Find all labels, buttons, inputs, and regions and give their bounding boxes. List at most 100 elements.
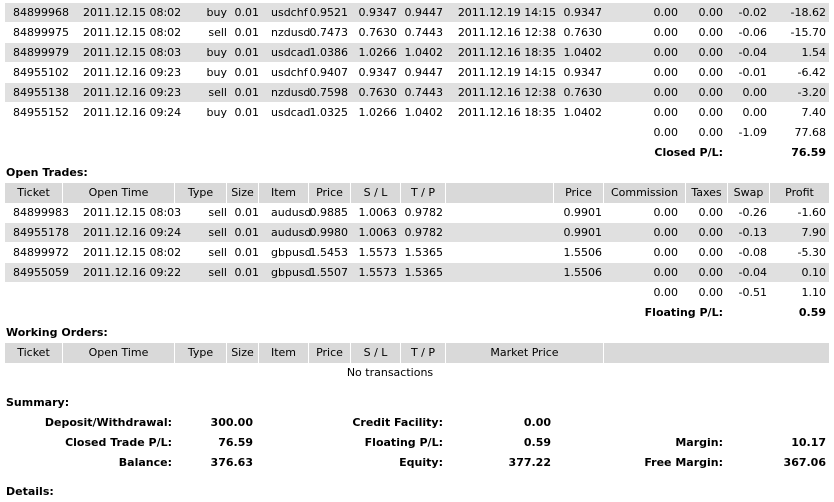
closed-tp: 0.9447 xyxy=(404,66,444,79)
open-type: sell xyxy=(208,246,227,259)
closed-trade-pl-label: Closed Trade P/L: xyxy=(65,436,172,449)
closed-total-commission: 0.00 xyxy=(653,126,679,139)
closed-taxes: 0.00 xyxy=(698,106,724,119)
floating-pl-row: Floating P/L: 0.59 xyxy=(5,303,829,323)
open-taxes: 0.00 xyxy=(698,206,724,219)
open-swap: -0.04 xyxy=(738,266,767,279)
open-taxes: 0.00 xyxy=(698,246,724,259)
closed-commission: 0.00 xyxy=(653,26,679,39)
closed-sl: 0.7630 xyxy=(358,86,398,99)
col-blank xyxy=(446,183,554,203)
closed-commission: 0.00 xyxy=(653,6,679,19)
closed-ticket: 84955152 xyxy=(13,106,69,119)
open-tp: 1.5365 xyxy=(404,266,444,279)
summary-floating-pl-label: Floating P/L: xyxy=(364,436,443,449)
closed-price: 0.9407 xyxy=(309,66,349,79)
closed-close-price: 1.0402 xyxy=(563,46,603,59)
open-profit: 0.10 xyxy=(801,266,827,279)
open-open-time: 2011.12.15 08:03 xyxy=(83,206,182,219)
closed-pl-label: Closed P/L: xyxy=(654,146,723,159)
open-profit: -1.60 xyxy=(797,206,826,219)
col-price2: Price xyxy=(554,183,604,203)
open-item: gbpusd xyxy=(271,266,312,279)
working-orders-header: Ticket Open Time Type Size Item Price S … xyxy=(5,343,829,363)
credit-value: 0.00 xyxy=(523,416,551,429)
closed-row: 84955152 2011.12.16 09:24 buy 0.01 usdcad 1.0… xyxy=(5,103,829,122)
closed-ticket: 84955102 xyxy=(13,66,69,79)
closed-item: nzdusd xyxy=(271,86,311,99)
open-profit: -5.30 xyxy=(797,246,826,259)
wcol-market-price: Market Price xyxy=(446,343,604,363)
open-commission: 0.00 xyxy=(653,206,679,219)
details-title: Details: xyxy=(6,485,54,498)
wcol-ticket: Ticket xyxy=(5,343,63,363)
col-tp: T / P xyxy=(401,183,446,203)
closed-taxes: 0.00 xyxy=(698,86,724,99)
open-total-swap: -0.51 xyxy=(738,286,767,299)
closed-pl-row: Closed P/L: 76.59 xyxy=(5,143,829,163)
closed-size: 0.01 xyxy=(234,6,260,19)
closed-size: 0.01 xyxy=(234,86,260,99)
closed-sl: 0.7630 xyxy=(358,26,398,39)
open-taxes: 0.00 xyxy=(698,226,724,239)
col-sl: S / L xyxy=(351,183,401,203)
open-item: gbpusd xyxy=(271,246,312,259)
closed-sl: 1.0266 xyxy=(358,106,398,119)
open-sl: 1.0063 xyxy=(358,206,398,219)
closed-close-price: 0.9347 xyxy=(563,66,603,79)
open-cur-price: 0.9901 xyxy=(563,206,603,219)
open-sl: 1.0063 xyxy=(358,226,398,239)
closed-row: 84955102 2011.12.16 09:23 buy 0.01 usdchf 0.9… xyxy=(5,63,829,82)
open-total-profit: 1.10 xyxy=(801,286,827,299)
open-price: 0.9980 xyxy=(309,226,349,239)
open-row: 84955178 2011.12.16 09:24 sell 0.01 audusd 0.… xyxy=(5,223,829,242)
open-type: sell xyxy=(208,206,227,219)
closed-close-time: 2011.12.16 18:35 xyxy=(457,46,556,59)
closed-profit: -18.62 xyxy=(790,6,826,19)
closed-row: 84955138 2011.12.16 09:23 sell 0.01 nzdusd 0.… xyxy=(5,83,829,102)
col-size: Size xyxy=(227,183,259,203)
closed-close-price: 0.7630 xyxy=(563,26,603,39)
open-item: audusd xyxy=(271,226,312,239)
closed-ticket: 84899979 xyxy=(13,46,69,59)
open-profit: 7.90 xyxy=(801,226,827,239)
closed-row: 84899968 2011.12.15 08:02 buy 0.01 usdchf 0.9… xyxy=(5,3,829,22)
closed-close-time: 2011.12.16 18:35 xyxy=(457,106,556,119)
closed-price: 0.7598 xyxy=(309,86,349,99)
closed-sl: 0.9347 xyxy=(358,6,398,19)
closed-open-time: 2011.12.15 08:03 xyxy=(83,46,182,59)
col-taxes: Taxes xyxy=(686,183,728,203)
col-commission: Commission xyxy=(604,183,686,203)
free-margin-value: 367.06 xyxy=(783,456,826,469)
closed-tp: 0.7443 xyxy=(404,86,444,99)
closed-open-time: 2011.12.16 09:23 xyxy=(83,86,182,99)
closed-tp: 1.0402 xyxy=(404,46,444,59)
wcol-sl: S / L xyxy=(351,343,401,363)
open-ticket: 84899972 xyxy=(13,246,69,259)
closed-type: buy xyxy=(206,46,227,59)
closed-close-time: 2011.12.16 12:38 xyxy=(457,86,556,99)
wcol-type: Type xyxy=(175,343,227,363)
closed-sl: 1.0266 xyxy=(358,46,398,59)
closed-type: buy xyxy=(206,66,227,79)
closed-tp: 0.7443 xyxy=(404,26,444,39)
working-orders-title: Working Orders: xyxy=(6,326,108,339)
closed-item: usdchf xyxy=(271,6,308,19)
closed-type: sell xyxy=(208,86,227,99)
open-row: 84899972 2011.12.15 08:02 sell 0.01 gbpusd 1.… xyxy=(5,243,829,262)
closed-ticket: 84899968 xyxy=(13,6,69,19)
closed-item: nzdusd xyxy=(271,26,311,39)
closed-close-time: 2011.12.19 14:15 xyxy=(457,66,556,79)
summary-title: Summary: xyxy=(6,396,70,409)
closed-ticket: 84899975 xyxy=(13,26,69,39)
closed-commission: 0.00 xyxy=(653,86,679,99)
free-margin-label: Free Margin: xyxy=(644,456,723,469)
open-commission: 0.00 xyxy=(653,246,679,259)
open-sl: 1.5573 xyxy=(358,246,398,259)
open-commission: 0.00 xyxy=(653,226,679,239)
open-cur-price: 1.5506 xyxy=(563,246,603,259)
open-trades-header: Ticket Open Time Type Size Item Price S … xyxy=(5,183,829,203)
closed-open-time: 2011.12.16 09:24 xyxy=(83,106,182,119)
closed-ticket: 84955138 xyxy=(13,86,69,99)
closed-item: usdcad xyxy=(271,106,311,119)
